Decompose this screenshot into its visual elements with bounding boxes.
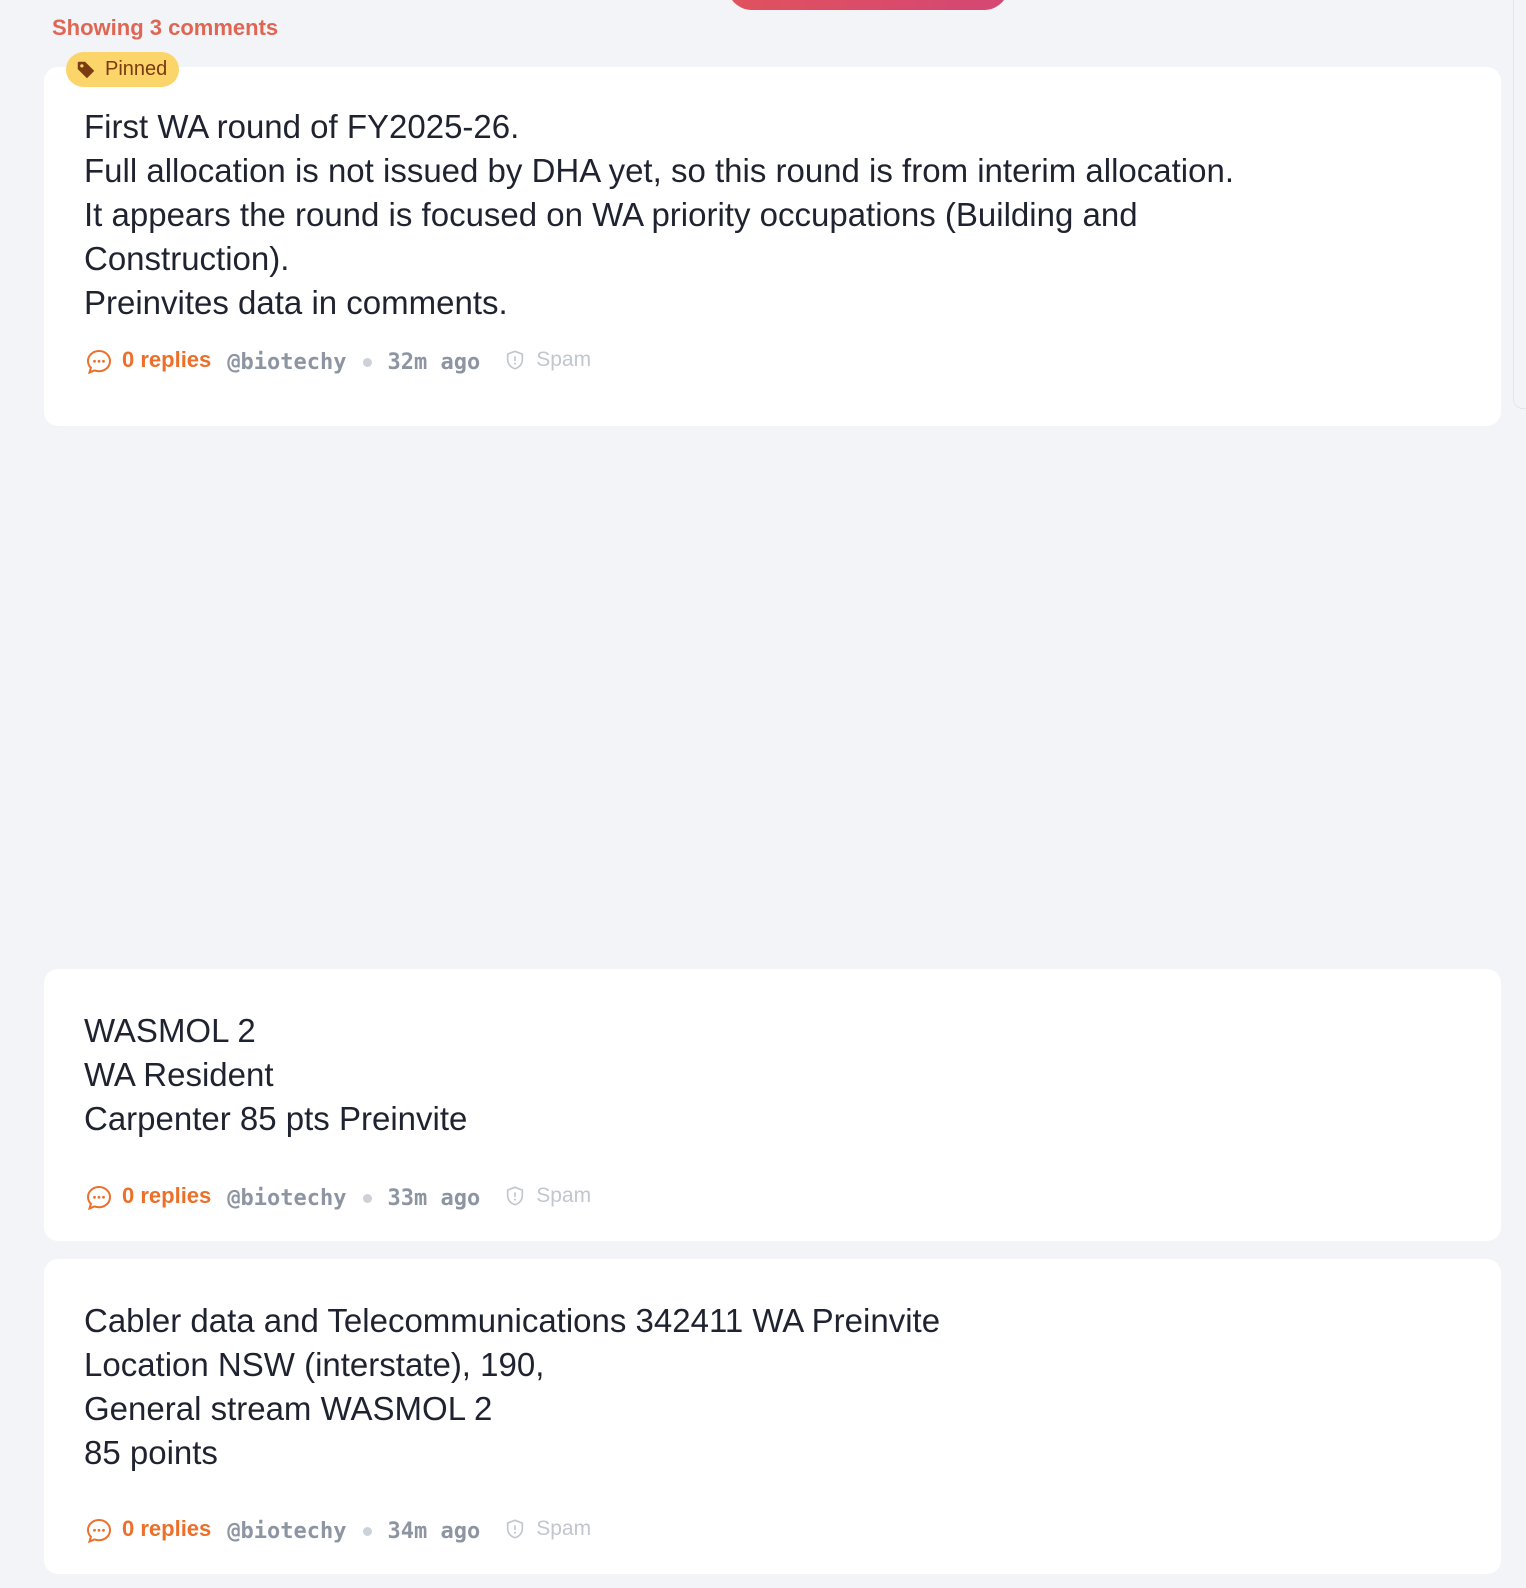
comment-line: General stream WASMOL 2 bbox=[84, 1390, 493, 1427]
comment-author[interactable]: @biotechy bbox=[227, 1186, 346, 1211]
side-panel-edge bbox=[1513, 0, 1526, 409]
pinned-badge: Pinned bbox=[66, 52, 180, 87]
spam-label: Spam bbox=[536, 1184, 592, 1207]
comment-line: Full allocation is not issued by DHA yet… bbox=[84, 152, 1235, 189]
comment-line: Cabler data and Telecommunications 34241… bbox=[84, 1302, 941, 1339]
comment-line: WA Resident bbox=[84, 1056, 274, 1093]
comment-body: First WA round of FY2025-26. Full alloca… bbox=[84, 105, 1461, 325]
comment-line: Location NSW (interstate), 190, bbox=[84, 1346, 545, 1383]
comment-timestamp: 32m ago bbox=[387, 349, 481, 375]
comment-timestamp: 34m ago bbox=[387, 1518, 481, 1544]
comment-meta: 0 replies @biotechy 32m ago Spam bbox=[84, 344, 591, 380]
comment-count-label: Showing 3 comments bbox=[52, 15, 279, 40]
spam-button[interactable]: Spam bbox=[504, 348, 591, 372]
comment-card: WASMOL 2 WA Resident Carpenter 85 pts Pr… bbox=[44, 969, 1501, 1241]
comment-line: First WA round of FY2025-26. bbox=[84, 108, 520, 145]
comment-line: 85 points bbox=[84, 1434, 218, 1471]
replies-link[interactable]: 0 replies bbox=[122, 1183, 211, 1209]
separator-dot bbox=[362, 1193, 372, 1203]
spam-label: Spam bbox=[536, 348, 592, 371]
spam-button[interactable]: Spam bbox=[504, 1517, 591, 1541]
top-action-button[interactable] bbox=[727, 0, 1009, 10]
shield-icon bbox=[507, 350, 524, 370]
comment-line: Construction). bbox=[84, 240, 290, 277]
comments-page: Showing 3 comments Pinned First WA round… bbox=[0, 0, 1526, 1588]
comment-meta: 0 replies @biotechy 34m ago Spam bbox=[84, 1513, 591, 1549]
comment-card: Cabler data and Telecommunications 34241… bbox=[44, 1259, 1501, 1574]
spam-button[interactable]: Spam bbox=[504, 1184, 591, 1208]
shield-icon bbox=[507, 1186, 524, 1206]
chat-bubble-icon[interactable] bbox=[84, 347, 114, 377]
chat-bubble-icon[interactable] bbox=[84, 1183, 114, 1213]
pinned-label: Pinned bbox=[105, 58, 168, 80]
comment-line: It appears the round is focused on WA pr… bbox=[84, 196, 1138, 233]
separator-dot bbox=[362, 357, 372, 367]
comment-body: Cabler data and Telecommunications 34241… bbox=[84, 1299, 1461, 1475]
comment-meta: 0 replies @biotechy 33m ago Spam bbox=[84, 1180, 591, 1216]
comment-author[interactable]: @biotechy bbox=[227, 1519, 346, 1544]
separator-dot bbox=[362, 1526, 372, 1536]
tag-icon bbox=[77, 61, 95, 78]
chat-bubble-icon[interactable] bbox=[84, 1516, 114, 1546]
spam-label: Spam bbox=[536, 1517, 592, 1540]
replies-link[interactable]: 0 replies bbox=[122, 1516, 211, 1542]
comment-body: WASMOL 2 WA Resident Carpenter 85 pts Pr… bbox=[84, 1009, 1461, 1141]
shield-icon bbox=[507, 1519, 524, 1539]
comment-line: Carpenter 85 pts Preinvite bbox=[84, 1100, 468, 1137]
comment-line: Preinvites data in comments. bbox=[84, 284, 508, 321]
comment-timestamp: 33m ago bbox=[387, 1185, 481, 1211]
comment-card: First WA round of FY2025-26. Full alloca… bbox=[44, 67, 1501, 426]
comment-line: WASMOL 2 bbox=[84, 1012, 256, 1049]
replies-link[interactable]: 0 replies bbox=[122, 347, 211, 373]
comment-author[interactable]: @biotechy bbox=[227, 350, 346, 375]
